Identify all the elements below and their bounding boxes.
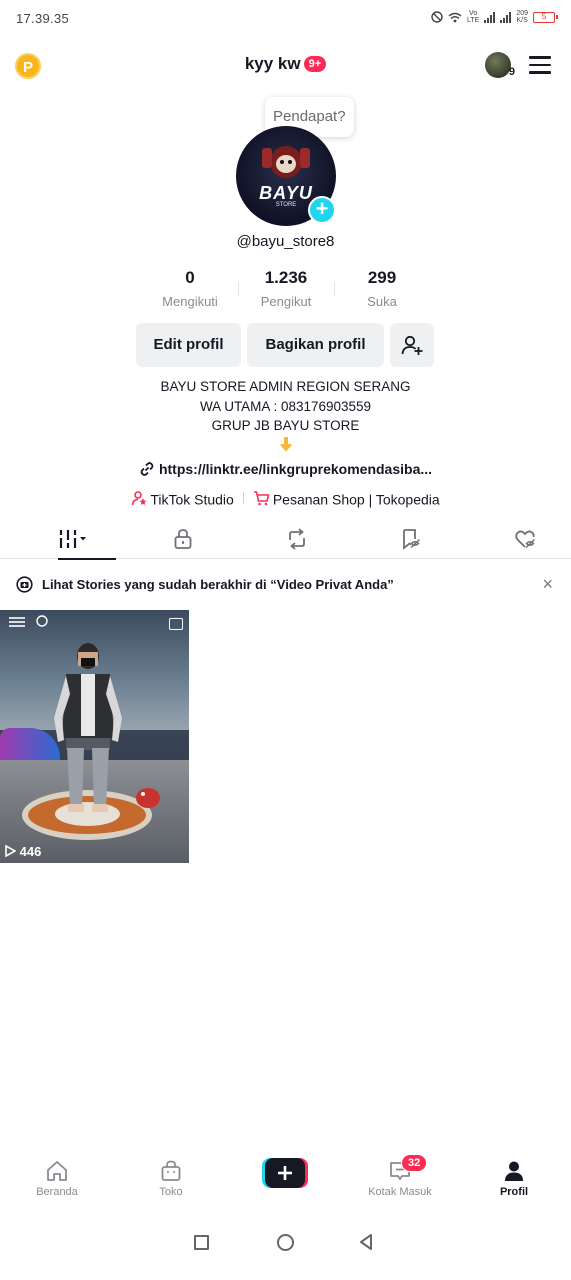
avatar-mascot-icon (262, 146, 310, 178)
profile-header: P kyy kw 9+ 9 (0, 44, 571, 86)
nav-home[interactable]: Beranda (0, 1150, 114, 1206)
link-divider (242, 492, 244, 505)
shop-orders-link[interactable]: Pesanan Shop | Tokopedia (253, 490, 440, 507)
bio-line: GRUP JB BAYU STORE (211, 418, 360, 433)
notification-badge: 9+ (303, 56, 327, 72)
liked-hidden-icon (515, 530, 536, 549)
repost-icon (289, 528, 305, 550)
username-text: kyy kw (244, 54, 301, 73)
add-friends-button[interactable] (390, 323, 434, 367)
profile-handle: @bayu_store8 (236, 233, 335, 250)
volte-icon: Vo LTE (466, 10, 480, 24)
edit-profile-button[interactable]: Edit profil (136, 323, 241, 367)
stat-likes[interactable]: 299 Suka (332, 268, 432, 309)
profile-tabs (0, 519, 571, 560)
play-count-value: 446 (19, 844, 42, 859)
stories-add-icon (16, 576, 33, 593)
battery-icon: 5 (533, 11, 558, 23)
status-time: 17.39.35 (16, 11, 70, 26)
play-count: 446 (4, 844, 41, 859)
stat-following-value: 0 (185, 268, 195, 287)
dnd-icon (431, 11, 443, 23)
videos-grid-icon (59, 530, 86, 548)
wifi-icon (448, 12, 462, 22)
nav-profile[interactable]: Profil (457, 1150, 571, 1206)
stat-followers-value: 1.236 (264, 268, 308, 287)
tiktok-studio-link[interactable]: TikTok Studio (131, 490, 234, 507)
tab-private[interactable] (125, 519, 239, 559)
account-switcher-count: 9 (508, 66, 515, 78)
profile-icon (505, 1161, 523, 1181)
profile-link-text: https://linktr.ee/linkgruprekomendasiba.… (158, 461, 433, 477)
pointing-down-emoji-icon (280, 436, 291, 451)
nav-home-label: Beranda (36, 1186, 78, 1198)
add-story-button[interactable]: + (308, 196, 336, 224)
stories-banner[interactable]: Lihat Stories yang sudah berakhir di “Vi… (0, 560, 571, 610)
tiktok-studio-label: TikTok Studio (150, 490, 234, 507)
stat-likes-value: 299 (367, 268, 397, 287)
thumbnail-emote-icon (36, 615, 48, 627)
tab-videos[interactable] (11, 519, 125, 560)
nav-inbox-label: Kotak Masuk (368, 1186, 432, 1198)
nav-shop-label: Toko (159, 1186, 183, 1198)
status-icons: Vo LTE 209 K/S 5 (431, 10, 558, 24)
link-icon (140, 462, 154, 476)
stat-following-label: Mengikuti (162, 294, 218, 309)
shop-orders-label: Pesanan Shop | Tokopedia (272, 490, 440, 507)
photo-icon (169, 618, 183, 630)
profile-stats: 0 Mengikuti 1.236 Pengikut 299 Suka (0, 268, 571, 312)
system-nav-bar (0, 1215, 571, 1270)
lock-icon (174, 529, 192, 549)
stat-following[interactable]: 0 Mengikuti (140, 268, 240, 309)
tab-reposts[interactable] (239, 519, 353, 559)
signal-icon-1 (484, 11, 496, 23)
status-bar: 17.39.35 Vo LTE 209 K/S 5 (0, 0, 571, 36)
back-icon[interactable] (358, 1233, 374, 1251)
bio-line: WA UTAMA : 083176903559 (199, 398, 372, 414)
creator-links: TikTok Studio Pesanan Shop | Tokopedia (0, 489, 571, 507)
tab-favorites[interactable] (353, 519, 467, 559)
bottom-nav: Beranda Toko Kotak Masuk Profil (0, 1150, 571, 1206)
nav-shop[interactable]: Toko (114, 1150, 228, 1206)
create-icon (262, 1158, 308, 1188)
add-user-icon (401, 335, 423, 355)
profile-link[interactable]: https://linktr.ee/linkgruprekomendasiba.… (0, 461, 571, 477)
hamburger-menu-icon[interactable] (529, 56, 551, 74)
nav-inbox[interactable]: Kotak Masuk (343, 1150, 457, 1206)
play-icon (5, 844, 17, 858)
stat-followers[interactable]: 1.236 Pengikut (236, 268, 336, 309)
thumbnail-menu-icon (9, 617, 25, 627)
home-button-icon[interactable] (277, 1234, 294, 1251)
nav-profile-label: Profil (499, 1186, 529, 1198)
share-profile-button[interactable]: Bagikan profil (247, 323, 384, 367)
account-switcher-avatar[interactable] (485, 52, 511, 78)
shop-icon (161, 1160, 181, 1181)
cart-icon (253, 490, 270, 505)
stories-banner-text: Lihat Stories yang sudah berakhir di “Vi… (42, 577, 394, 592)
favorites-hidden-icon (403, 529, 421, 550)
stat-likes-label: Suka (367, 294, 397, 309)
recents-icon[interactable] (194, 1235, 209, 1250)
thumbnail-character (54, 643, 122, 812)
inbox-badge: 32 (401, 1154, 428, 1172)
home-icon (47, 1161, 67, 1181)
nav-create[interactable] (228, 1150, 342, 1206)
studio-icon (132, 490, 147, 505)
stat-followers-label: Pengikut (260, 294, 312, 309)
net-speed: 209 K/S (516, 10, 528, 24)
signal-icon-2 (500, 11, 512, 23)
bio-line: BAYU STORE ADMIN REGION SERANG (160, 379, 411, 394)
close-icon[interactable]: × (542, 574, 553, 595)
profile-bio: BAYU STORE ADMIN REGION SERANG WA UTAMA … (0, 377, 571, 452)
thumbnail-pet (136, 788, 160, 808)
tab-liked[interactable] (467, 519, 571, 559)
video-thumbnail[interactable]: 446 (0, 610, 189, 863)
